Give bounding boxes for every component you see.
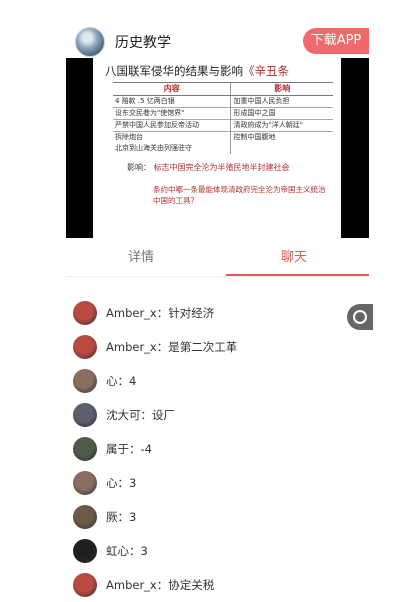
chat-message-text: 沈大可：设厂 — [106, 408, 175, 422]
lecture-slide: 八国联军侵华的结果与影响《辛丑条 内容 影响 4 赔款 .5 亿两白银 设东交民… — [93, 58, 341, 238]
tab-bar: 详情 聊天 — [66, 246, 369, 276]
table-row: 拆除炮台 — [115, 133, 143, 141]
user-avatar[interactable] — [73, 505, 97, 529]
table-header-content: 内容 — [163, 84, 180, 93]
table-row: 设东交民巷为"使馆界" — [113, 108, 231, 120]
user-avatar[interactable] — [73, 335, 97, 359]
floating-handle[interactable] — [347, 304, 373, 330]
video-player[interactable]: 八国联军侵华的结果与影响《辛丑条 内容 影响 4 赔款 .5 亿两白银 设东交民… — [66, 58, 369, 238]
left-margin — [0, 0, 66, 600]
table-row: 严禁中国人民参加反帝活动 — [113, 120, 231, 132]
table-header-effect: 影响 — [230, 83, 333, 95]
chat-message-text: Amber_x：协定关税 — [106, 578, 215, 592]
slide-title: 八国联军侵华的结果与影响《辛丑条 — [105, 64, 289, 78]
chat-message-text: Amber_x：是第二次工革 — [106, 340, 238, 354]
chat-message: 厥：3 — [73, 500, 363, 534]
chat-message: 心：3 — [73, 466, 363, 500]
slide-effect: 影响： 标志中国完全沦为半殖民地半封建社会 — [127, 163, 290, 172]
chat-message-text: 厥：3 — [106, 510, 137, 524]
page-title: 历史教学 — [115, 35, 171, 51]
tab-chat[interactable]: 聊天 — [219, 246, 369, 274]
user-avatar[interactable] — [73, 301, 97, 325]
chat-message: Amber_x：针对经济 — [73, 296, 363, 330]
chat-message: 虹心：3 — [73, 534, 363, 568]
divider — [66, 276, 369, 277]
user-avatar[interactable] — [73, 437, 97, 461]
effect-column: 加重中国人民负担 形成国中之国 清政府成为"洋人朝廷" 控制中国腹地 — [230, 96, 333, 154]
user-avatar[interactable] — [73, 573, 97, 597]
user-avatar[interactable] — [73, 369, 97, 393]
user-avatar[interactable] — [73, 471, 97, 495]
table-row: 控制中国腹地 — [233, 133, 276, 141]
table-row: 北京到山海关由列强驻守 — [115, 144, 192, 152]
chat-message: 沈大可：设厂 — [73, 398, 363, 432]
slide-question: 条约中哪一条最能体现清政府完全沦为帝国主义统治中国的工具？ — [153, 185, 326, 205]
table-row: 形成国中之国 — [231, 108, 333, 120]
chat-message-text: Amber_x：针对经济 — [106, 306, 215, 320]
user-avatar[interactable] — [73, 403, 97, 427]
ring-icon — [353, 310, 367, 324]
chat-message: 属于：-4 — [73, 432, 363, 466]
chat-message-text: 心：4 — [106, 374, 137, 388]
chat-message-text: 心：3 — [106, 476, 137, 490]
chat-message: Amber_x：是第二次工革 — [73, 330, 363, 364]
table-row: 清政府成为"洋人朝廷" — [231, 120, 333, 132]
chat-message: Amber_x：协定关税 — [73, 568, 363, 602]
table-row: 加重中国人民负担 — [231, 96, 333, 108]
header: 历史教学 下载APP — [0, 0, 403, 57]
chat-message-text: 属于：-4 — [106, 442, 152, 456]
slide-table: 内容 影响 4 赔款 .5 亿两白银 设东交民巷为"使馆界" 严禁中国人民参加反… — [113, 82, 333, 154]
content-column: 4 赔款 .5 亿两白银 设东交民巷为"使馆界" 严禁中国人民参加反帝活动 拆除… — [113, 96, 231, 154]
user-avatar[interactable] — [73, 539, 97, 563]
tab-details[interactable]: 详情 — [66, 246, 216, 274]
chat-message-text: 虹心：3 — [106, 544, 148, 558]
table-row: 4 赔款 .5 亿两白银 — [113, 96, 231, 108]
chat-message: 心：4 — [73, 364, 363, 398]
chat-list: Amber_x：针对经济 Amber_x：是第二次工革 心：4 沈大可：设厂 属… — [73, 296, 363, 602]
channel-avatar[interactable] — [75, 27, 105, 57]
download-app-button[interactable]: 下载APP — [303, 28, 369, 54]
